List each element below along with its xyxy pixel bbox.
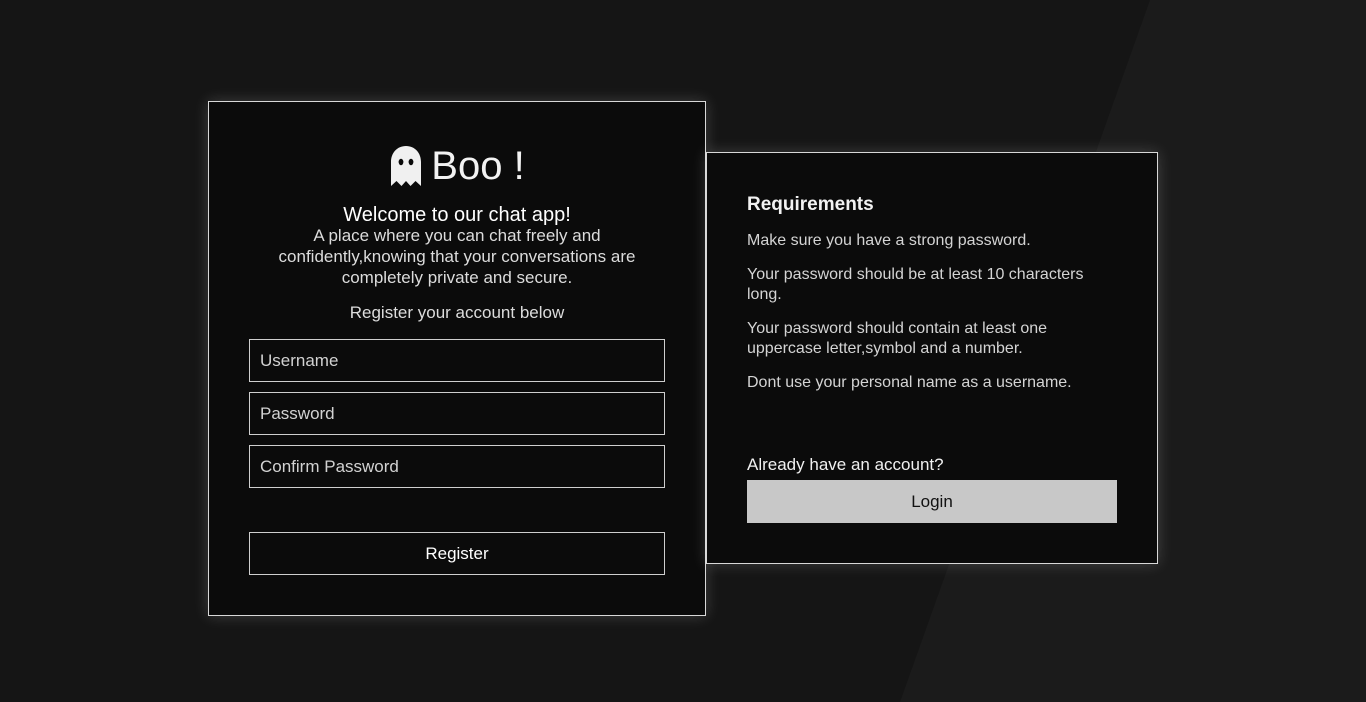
register-prompt: Register your account below — [349, 303, 565, 322]
confirm-password-input[interactable] — [249, 445, 665, 488]
app-name: Boo ! — [431, 144, 525, 188]
ghost-icon — [391, 146, 422, 186]
requirements-title: Requirements — [747, 194, 874, 215]
requirements-list: Make sure you have a strong password. Yo… — [747, 231, 1117, 407]
brand-header: Boo ! — [209, 142, 705, 190]
register-card: Boo ! Welcome to our chat app! A place w… — [208, 101, 706, 616]
login-button[interactable]: Login — [747, 480, 1117, 523]
password-input[interactable] — [249, 392, 665, 435]
requirements-card: Requirements Make sure you have a strong… — [706, 152, 1158, 564]
requirement-item: Make sure you have a strong password. — [747, 232, 1031, 249]
login-prompt: Already have an account? — [747, 455, 944, 474]
tagline-text: A place where you can chat freely and co… — [278, 226, 636, 287]
register-button[interactable]: Register — [249, 532, 665, 575]
welcome-heading: Welcome to our chat app! — [343, 204, 571, 226]
requirement-item: Your password should be at least 10 char… — [747, 266, 1084, 303]
username-input[interactable] — [249, 339, 665, 382]
requirement-item: Dont use your personal name as a usernam… — [747, 374, 1072, 391]
requirement-item: Your password should contain at least on… — [747, 320, 1048, 357]
